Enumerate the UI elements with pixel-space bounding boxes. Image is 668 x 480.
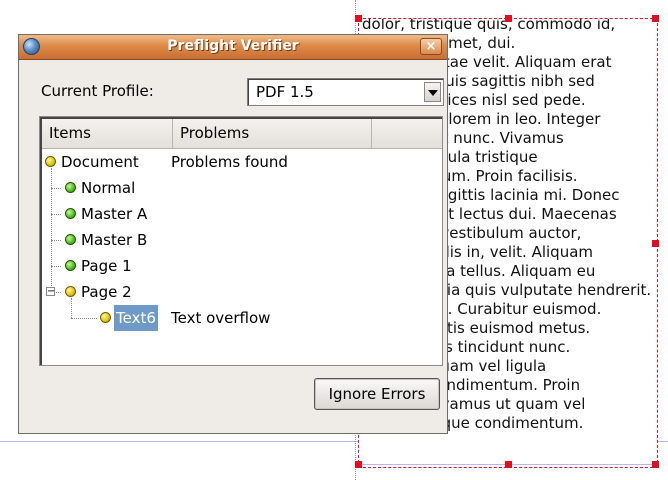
resize-handle-top[interactable]	[505, 15, 512, 22]
chevron-down-icon[interactable]	[424, 82, 441, 102]
item-label: Document	[61, 153, 139, 171]
items-tree[interactable]: Items Problems − Document Problems found…	[39, 116, 443, 366]
tree-row-page-1[interactable]: Page 1	[40, 253, 440, 279]
tree-row-document[interactable]: Document Problems found	[40, 149, 440, 175]
close-button[interactable]: ×	[420, 38, 442, 55]
problem-label: Problems found	[171, 153, 288, 171]
status-warning-icon	[45, 156, 56, 167]
tree-row-master-b[interactable]: Master B	[40, 227, 440, 253]
problem-label: Text overflow	[171, 309, 271, 327]
close-icon: ×	[425, 39, 437, 54]
item-label: Master B	[81, 231, 148, 249]
titlebar[interactable]: Preflight Verifier ×	[19, 35, 447, 60]
tree-row-page-2[interactable]: Page 2	[40, 279, 440, 305]
profile-select[interactable]: PDF 1.5	[247, 78, 444, 106]
ignore-errors-button[interactable]: Ignore Errors	[314, 378, 440, 410]
resize-handle-top-right[interactable]	[652, 15, 659, 22]
item-label: Page 1	[81, 257, 132, 275]
status-warning-icon	[65, 286, 76, 297]
resize-handle-top-left[interactable]	[355, 15, 362, 22]
status-ok-icon	[65, 260, 76, 271]
tree-row-normal[interactable]: Normal	[40, 175, 440, 201]
current-profile-label: Current Profile:	[41, 82, 154, 100]
preflight-dialog: Preflight Verifier × Current Profile: PD…	[18, 34, 448, 434]
item-label-selected: Text6	[114, 305, 158, 331]
status-ok-icon	[65, 234, 76, 245]
tree-row-text6[interactable]: Text6 Text overflow	[40, 305, 440, 331]
status-ok-icon	[65, 208, 76, 219]
resize-handle-bottom-left[interactable]	[355, 461, 362, 468]
column-header-extra[interactable]	[372, 119, 442, 148]
status-warning-icon	[100, 312, 111, 323]
item-label: Normal	[81, 179, 136, 197]
resize-handle-bottom[interactable]	[505, 461, 512, 468]
column-header-problems[interactable]: Problems	[173, 119, 372, 148]
tree-row-master-a[interactable]: Master A	[40, 201, 440, 227]
resize-handle-bottom-right[interactable]	[652, 461, 659, 468]
ignore-errors-label: Ignore Errors	[328, 385, 426, 403]
tree-header: Items Problems	[42, 119, 442, 149]
item-label: Master A	[81, 205, 148, 223]
column-header-items[interactable]: Items	[42, 119, 173, 148]
item-label: Page 2	[81, 283, 132, 301]
resize-handle-right[interactable]	[652, 240, 659, 247]
profile-value: PDF 1.5	[256, 83, 314, 101]
dialog-title: Preflight Verifier	[167, 38, 299, 54]
status-ok-icon	[65, 182, 76, 193]
